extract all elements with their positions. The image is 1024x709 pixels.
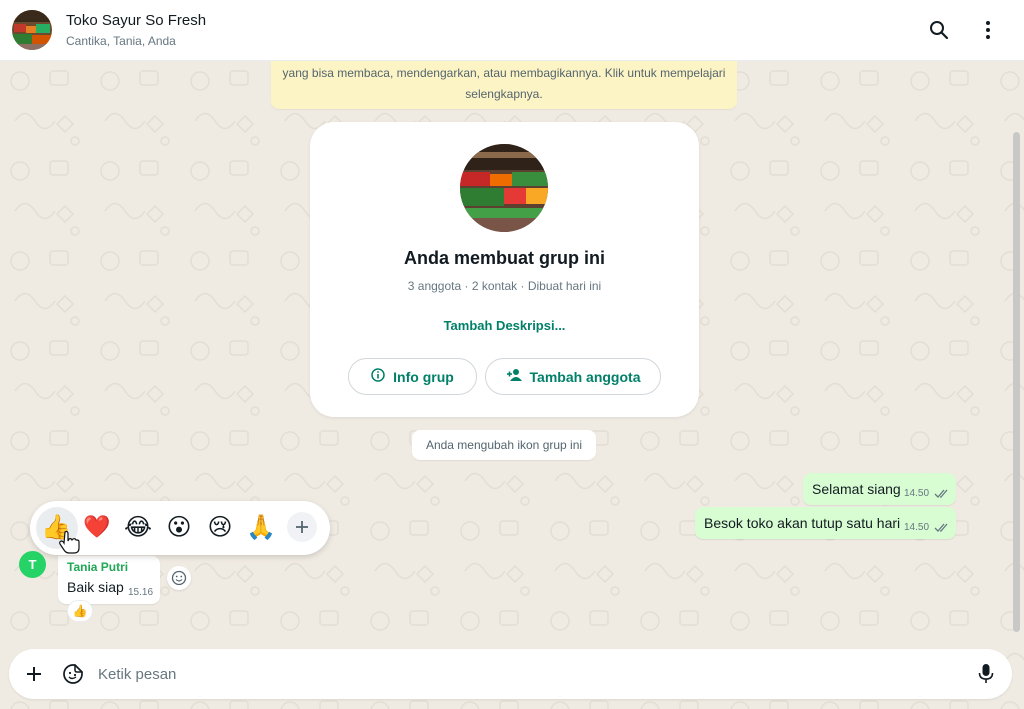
info-icon (371, 368, 385, 385)
pray-reaction[interactable]: 🙏 (245, 511, 277, 543)
system-message: Anda mengubah ikon grup ini (412, 430, 596, 460)
message-time: 15.16 (128, 587, 154, 598)
scrollbar-thumb[interactable] (1013, 132, 1020, 632)
group-name[interactable]: Toko Sayur So Fresh (66, 12, 206, 29)
group-photo[interactable] (460, 144, 548, 232)
heart-reaction[interactable]: ❤️ (81, 511, 113, 543)
surprised-reaction[interactable]: 😮 (163, 511, 195, 543)
search-icon[interactable] (925, 16, 953, 44)
group-created-title: Anda membuat grup ini (403, 248, 605, 268)
add-person-icon (506, 368, 522, 385)
read-ticks-icon (934, 520, 950, 536)
group-created-card: Anda membuat grup ini 3 anggota · 2 kont… (310, 122, 699, 417)
laugh-reaction[interactable]: 😂 (122, 511, 154, 543)
notice-line-2: selengkapnya. (465, 87, 543, 101)
group-meta: 3 anggota · 2 kontak · Dibuat hari ini (407, 279, 602, 293)
notice-line-1: yang bisa membaca, mendengarkan, atau me… (282, 66, 726, 80)
microphone-icon[interactable] (974, 662, 998, 686)
encryption-notice[interactable]: yang bisa membaca, mendengarkan, atau me… (271, 61, 737, 109)
chat-header: Toko Sayur So Fresh Cantika, Tania, Anda (0, 0, 1024, 61)
message-text: Selamat siang (812, 481, 901, 497)
message-time: 14.50 (904, 488, 930, 499)
add-member-button[interactable]: Tambah anggota (485, 358, 661, 395)
sender-name[interactable]: Tania Putri (67, 560, 128, 574)
message-time: 14.50 (904, 522, 930, 533)
add-member-label: Tambah anggota (529, 368, 641, 385)
group-info-label: Info grup (393, 368, 454, 385)
read-ticks-icon (934, 486, 950, 502)
sad-reaction[interactable]: 😢 (204, 511, 236, 543)
message-text: Baik siap (67, 579, 124, 595)
group-members[interactable]: Cantika, Tania, Anda (66, 34, 176, 48)
attach-plus-icon[interactable] (22, 662, 46, 686)
sticker-emoji-icon[interactable] (61, 662, 85, 686)
group-avatar[interactable] (12, 10, 52, 50)
hand-cursor-icon (58, 530, 80, 559)
sender-avatar[interactable]: T (19, 551, 46, 578)
chat-scrollbar[interactable] (1012, 62, 1020, 642)
add-reaction-smiley-icon[interactable] (167, 566, 191, 590)
message-input[interactable] (98, 663, 958, 685)
kebab-menu-icon[interactable] (974, 16, 1002, 44)
message-reaction-badge[interactable]: 👍 (67, 600, 93, 622)
more-reactions-plus-icon[interactable] (287, 512, 317, 542)
outgoing-message[interactable]: Besok toko akan tutup satu hari 14.50 (695, 507, 956, 539)
add-description-link[interactable]: Tambah Deskripsi... (310, 318, 699, 333)
group-info-button[interactable]: Info grup (348, 358, 477, 395)
message-text: Besok toko akan tutup satu hari (704, 515, 901, 531)
outgoing-message[interactable]: Selamat siang 14.50 (803, 473, 956, 505)
incoming-message[interactable]: Tania Putri Baik siap 15.16 (58, 556, 160, 604)
message-composer (9, 649, 1012, 699)
